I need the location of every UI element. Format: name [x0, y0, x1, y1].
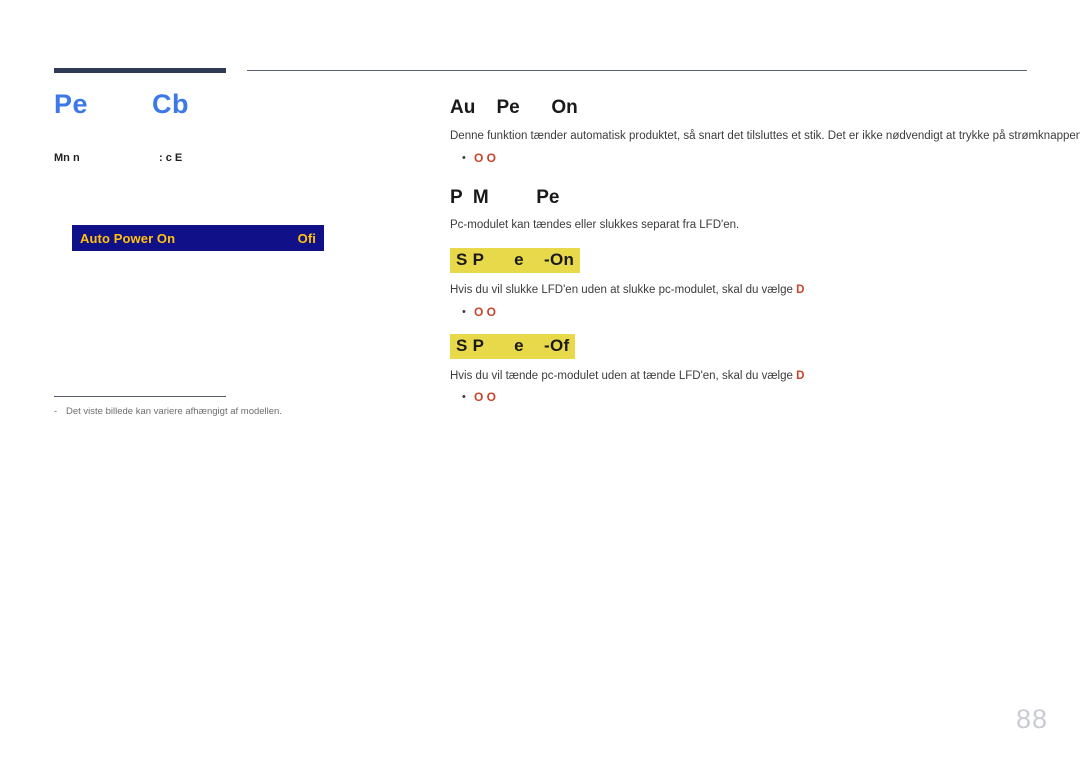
section-paragraph: Denne funktion tænder automatisk produkt… [450, 129, 1080, 142]
section-heading-auto-power-on: Au Pe On [450, 97, 578, 118]
bullet-dot-icon: • [462, 305, 466, 318]
bullet-dot-icon: • [462, 391, 466, 404]
bullet-dot-icon: • [462, 151, 466, 164]
subsection-paragraph-text: Hvis du vil slukke LFD'en uden at slukke… [450, 284, 797, 297]
header-divider-line [247, 70, 1027, 71]
menu-path-value: : c E [159, 152, 183, 164]
bullet-text: O O [474, 150, 497, 165]
highlighted-heading-sync-power-on: S P e -On [450, 248, 581, 274]
bullet-text: O O [474, 390, 497, 405]
right-column: Au Pe On Denne funktion tænder automatis… [450, 97, 1080, 406]
list-item: • O O [450, 305, 1040, 320]
footnote-divider [54, 396, 226, 397]
subsection-paragraph-text: Hvis du vil tænde pc-modulet uden at tæn… [450, 369, 797, 382]
footnote-text: Det viste billede kan variere afhængigt … [66, 406, 282, 417]
section-heading-pc-module-power: P M Pe [450, 186, 560, 208]
page-number: 88 [1015, 704, 1048, 734]
footnote-dash: - [54, 406, 58, 417]
menu-path-label: Mn n [54, 152, 80, 164]
footnote: - Det viste billede kan variere afhængigt… [54, 406, 384, 417]
header-accent-bar [54, 68, 226, 73]
highlighted-heading-sync-power-off: S P e -Of [450, 333, 576, 359]
osd-setting-label: Auto Power On [80, 230, 176, 246]
subsection-sync-power-on: S P e -On Hvis du vil slukke LFD'en uden… [450, 248, 1040, 320]
subsection-sync-power-off: S P e -Of Hvis du vil tænde pc-modulet u… [450, 333, 1040, 406]
section-auto-power-on: Au Pe On Denne funktion tænder automatis… [450, 97, 1080, 166]
subsection-paragraph: Hvis du vil tænde pc-modulet uden at tæn… [450, 368, 1040, 385]
bullet-text: O O [474, 304, 497, 319]
menu-path: Mn n : c E [54, 152, 414, 168]
subsection-paragraph-highlight: D [796, 284, 805, 297]
osd-setting-value: Ofi [297, 230, 316, 246]
list-item: • O O [450, 390, 1040, 405]
section-pc-module-power: P M Pe Pc-modulet kan tændes eller slukk… [450, 186, 1040, 406]
left-column: Pe Cb Mn n : c E Auto Power On Ofi - Det … [54, 89, 414, 417]
osd-screenshot-row: Auto Power On Ofi [72, 225, 324, 251]
list-item: • O O [450, 151, 1040, 166]
subsection-paragraph: Hvis du vil slukke LFD'en uden at slukke… [450, 282, 1040, 299]
subsection-paragraph-highlight: D [796, 369, 805, 382]
page-title: Pe Cb [54, 89, 190, 119]
section-paragraph: Pc-modulet kan tændes eller slukkes sepa… [450, 219, 740, 232]
